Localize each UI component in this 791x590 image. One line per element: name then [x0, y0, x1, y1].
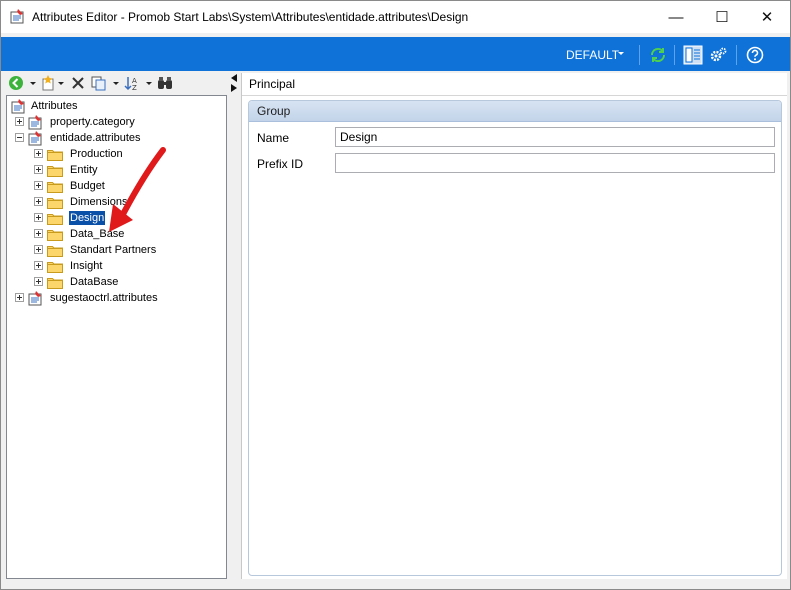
expand-icon[interactable] [34, 165, 43, 174]
refresh-icon[interactable] [649, 46, 667, 64]
tree-item-label: Data_Base [70, 228, 125, 240]
expand-icon[interactable] [34, 277, 43, 286]
folder-icon [47, 262, 63, 273]
tree-item-design[interactable]: Design [34, 210, 214, 226]
new-item-icon[interactable] [40, 75, 56, 91]
folder-icon [47, 150, 63, 161]
properties-pane: Principal Group Name Prefix ID [241, 73, 787, 579]
attributes-editor-app-icon [10, 9, 24, 24]
ribbon-bar: DEFAULT [1, 37, 790, 71]
copy-icon[interactable] [91, 75, 107, 91]
tree-item-label: entidade.attributes [50, 132, 141, 144]
folder-icon [47, 214, 63, 225]
attributes-file-icon [28, 115, 42, 130]
expand-icon[interactable] [15, 293, 24, 302]
folder-icon [47, 278, 63, 289]
prefix-id-field-label: Prefix ID [257, 157, 304, 171]
window-title: Attributes Editor - Promob Start Labs\Sy… [32, 10, 469, 24]
ribbon-separator [639, 45, 640, 65]
svg-text:Z: Z [132, 84, 137, 91]
preset-dropdown-arrow-icon[interactable] [618, 52, 624, 55]
tree-item-label: Entity [70, 164, 98, 176]
delete-icon[interactable] [70, 75, 86, 91]
tree-item-entidade-attributes[interactable]: entidade.attributes [15, 130, 215, 146]
tree-item-label: Budget [70, 180, 105, 192]
tab-principal-label: Principal [249, 77, 296, 91]
expand-icon[interactable] [34, 181, 43, 190]
add-icon[interactable] [8, 75, 24, 91]
tree-item-label: sugestaoctrl.attributes [50, 292, 158, 304]
maximize-button[interactable]: ☐ [699, 1, 745, 33]
tree-item-label: property.category [50, 116, 135, 128]
folder-icon [47, 182, 63, 193]
expand-icon[interactable] [15, 117, 24, 126]
add-dropdown-arrow-icon[interactable] [30, 82, 36, 85]
title-bar: Attributes Editor - Promob Start Labs\Sy… [1, 1, 790, 33]
group-header: Group [249, 101, 781, 122]
minimize-button[interactable]: — [653, 1, 699, 33]
copy-dropdown-arrow-icon[interactable] [113, 82, 119, 85]
tree-pane: A Z Attributes property.category entidad… [6, 73, 227, 579]
folder-icon [47, 198, 63, 209]
settings-icon[interactable] [709, 46, 727, 64]
tree-item-standart-partners[interactable]: Standart Partners [34, 242, 214, 258]
splitter-toggle-icon[interactable] [229, 73, 239, 93]
expand-icon[interactable] [34, 229, 43, 238]
expand-icon[interactable] [34, 149, 43, 158]
expand-icon[interactable] [34, 213, 43, 222]
tree-item-insight[interactable]: Insight [34, 258, 214, 274]
folder-icon [47, 166, 63, 177]
prefix-id-field[interactable] [335, 153, 775, 173]
tree-root-label: Attributes [31, 100, 78, 112]
name-field-label: Name [257, 131, 290, 145]
tree-item-entity[interactable]: Entity [34, 162, 214, 178]
tree-item-label: Production [70, 148, 123, 160]
tree-item-property-category[interactable]: property.category [15, 114, 215, 130]
expand-icon[interactable] [34, 245, 43, 254]
folder-icon [47, 230, 63, 241]
attributes-editor-window: Attributes Editor - Promob Start Labs\Sy… [0, 0, 791, 590]
sort-dropdown-arrow-icon[interactable] [146, 82, 152, 85]
tree-item-label: Dimensions [70, 196, 128, 208]
tree-root[interactable]: Attributes [11, 98, 211, 114]
preset-dropdown[interactable]: DEFAULT [566, 48, 619, 62]
help-icon[interactable] [746, 46, 764, 64]
attributes-file-icon [28, 131, 42, 146]
tree-item-budget[interactable]: Budget [34, 178, 214, 194]
tab-principal[interactable]: Principal [242, 73, 787, 96]
folder-icon [47, 246, 63, 257]
minimize-icon: — [668, 8, 684, 26]
tree-item-label: Insight [70, 260, 103, 272]
attributes-root-icon [11, 99, 25, 114]
expand-icon[interactable] [34, 261, 43, 270]
close-button[interactable]: ✕ [744, 1, 790, 33]
maximize-icon: ☐ [715, 9, 729, 26]
ribbon-separator [736, 45, 737, 65]
tree-item-dimensions[interactable]: Dimensions [34, 194, 214, 210]
tree-toolbar: A Z [6, 73, 227, 95]
tree-item-data-base[interactable]: Data_Base [34, 226, 214, 242]
find-icon[interactable] [157, 75, 173, 91]
tree-item-production[interactable]: Production [34, 146, 214, 162]
tree-item-label: Standart Partners [70, 244, 157, 256]
sort-icon[interactable]: A Z [124, 75, 140, 91]
tree-item-label: DataBase [70, 276, 119, 288]
ribbon-separator [674, 45, 675, 65]
expand-icon[interactable] [34, 197, 43, 206]
tree-item-label-selected: Design [67, 210, 107, 226]
layout-icon[interactable] [683, 45, 703, 65]
attributes-file-icon [28, 291, 42, 306]
group-title: Group [257, 104, 291, 118]
attributes-tree[interactable]: Attributes property.category entidade.at… [6, 95, 227, 579]
close-icon: ✕ [760, 9, 774, 26]
new-item-dropdown-arrow-icon[interactable] [58, 82, 64, 85]
name-field[interactable] [335, 127, 775, 147]
group-box: Group Name Prefix ID [248, 100, 782, 576]
tree-item-sugestaoctrl-attributes[interactable]: sugestaoctrl.attributes [15, 290, 215, 306]
tree-item-database[interactable]: DataBase [34, 274, 214, 290]
collapse-icon[interactable] [15, 133, 24, 142]
